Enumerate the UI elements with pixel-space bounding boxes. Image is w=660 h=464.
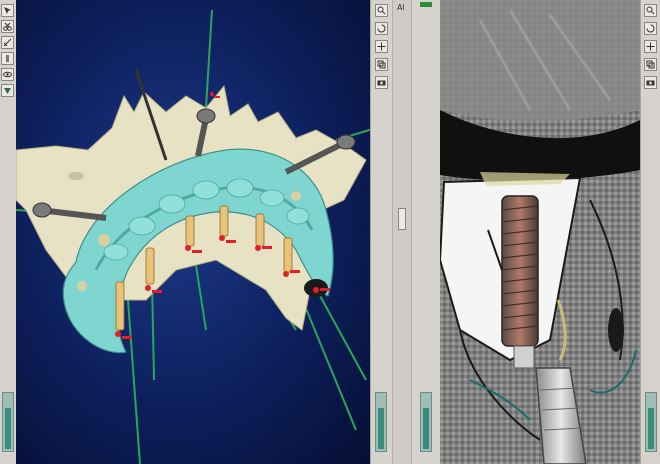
ct-right-slider-fill [648, 408, 654, 449]
jaw-3d-render [16, 9, 370, 464]
ct-left-slider[interactable] [420, 392, 432, 452]
cut-icon[interactable] [1, 20, 14, 33]
ct-right-slider[interactable] [645, 392, 657, 452]
viewport-ct-slice[interactable] [440, 0, 640, 464]
ct-left-strip [412, 0, 440, 464]
pan-icon[interactable] [375, 40, 388, 53]
ct-zoom-icon[interactable] [644, 4, 657, 17]
splitter-handle[interactable] [398, 208, 406, 230]
ct-left-slider-fill [423, 408, 429, 449]
panel-divider[interactable]: Al [392, 0, 412, 464]
right-toolbar-slider-fill [378, 408, 384, 449]
rotate-icon[interactable] [375, 22, 388, 35]
implant-icon[interactable] [1, 52, 14, 65]
layers-icon[interactable] [375, 58, 388, 71]
zoom-icon[interactable] [375, 4, 388, 17]
measure-icon[interactable] [1, 36, 14, 49]
left-view-slider-fill [5, 408, 11, 449]
select-icon[interactable] [1, 4, 14, 17]
left-view-slider[interactable] [2, 392, 14, 452]
ct-slice-render [440, 0, 640, 464]
status-indicator [420, 2, 432, 7]
ct-layers-icon[interactable] [644, 58, 657, 71]
sweep-icon[interactable] [1, 84, 14, 97]
camera-icon[interactable] [375, 76, 388, 89]
right-toolbar-slider[interactable] [375, 392, 387, 452]
corner-label: Al [397, 3, 405, 12]
left-tool-strip [0, 0, 17, 464]
ct-pan-icon[interactable] [644, 40, 657, 53]
viewport-3d-model[interactable] [16, 0, 370, 464]
ct-rotate-icon[interactable] [644, 22, 657, 35]
toolbar-ct-view [640, 0, 660, 464]
eye-icon[interactable] [1, 68, 14, 81]
toolbar-3d-view [370, 0, 393, 464]
ct-camera-icon[interactable] [644, 76, 657, 89]
